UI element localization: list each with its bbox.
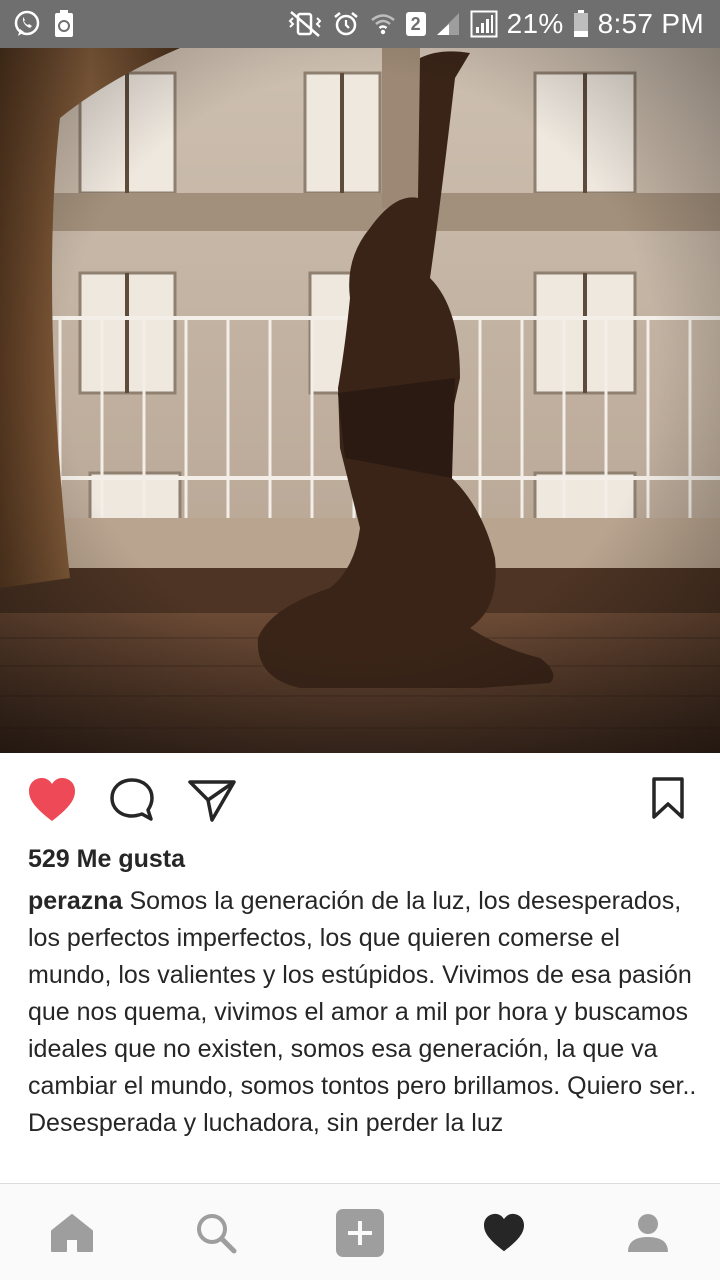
post-action-bar	[0, 753, 720, 847]
recycle-icon	[52, 9, 76, 39]
status-bar: 2 21% 8:57 PM	[0, 0, 720, 48]
home-icon[interactable]	[0, 1184, 144, 1280]
likes-count[interactable]: 529 Me gusta	[28, 845, 185, 874]
bookmark-icon[interactable]	[648, 773, 688, 823]
wifi-icon	[369, 10, 397, 38]
sim-slot-badge: 2	[405, 12, 426, 36]
bottom-nav	[0, 1183, 720, 1280]
caption-text: Somos la generación de la luz, los deses…	[28, 887, 697, 1137]
status-left	[12, 9, 76, 39]
search-icon[interactable]	[144, 1184, 288, 1280]
share-icon[interactable]	[186, 775, 238, 825]
whatsapp-icon	[12, 9, 42, 39]
signal-icon	[435, 11, 461, 37]
add-post-icon[interactable]	[288, 1184, 432, 1280]
caption-username[interactable]: perazna	[28, 887, 122, 915]
vibrate-icon	[287, 10, 323, 38]
post-caption: perazna Somos la generación de la luz, l…	[28, 883, 698, 1179]
status-right: 2 21% 8:57 PM	[287, 8, 704, 40]
signal-boxed-icon	[470, 10, 498, 38]
alarm-icon	[332, 10, 360, 38]
heart-icon[interactable]	[24, 775, 80, 825]
profile-icon[interactable]	[576, 1184, 720, 1280]
activity-heart-icon[interactable]	[432, 1184, 576, 1280]
battery-percent: 21%	[506, 8, 564, 39]
battery-icon	[573, 10, 589, 38]
clock: 8:57 PM	[597, 8, 704, 39]
post-photo[interactable]	[0, 48, 720, 753]
comment-icon[interactable]	[106, 775, 158, 825]
